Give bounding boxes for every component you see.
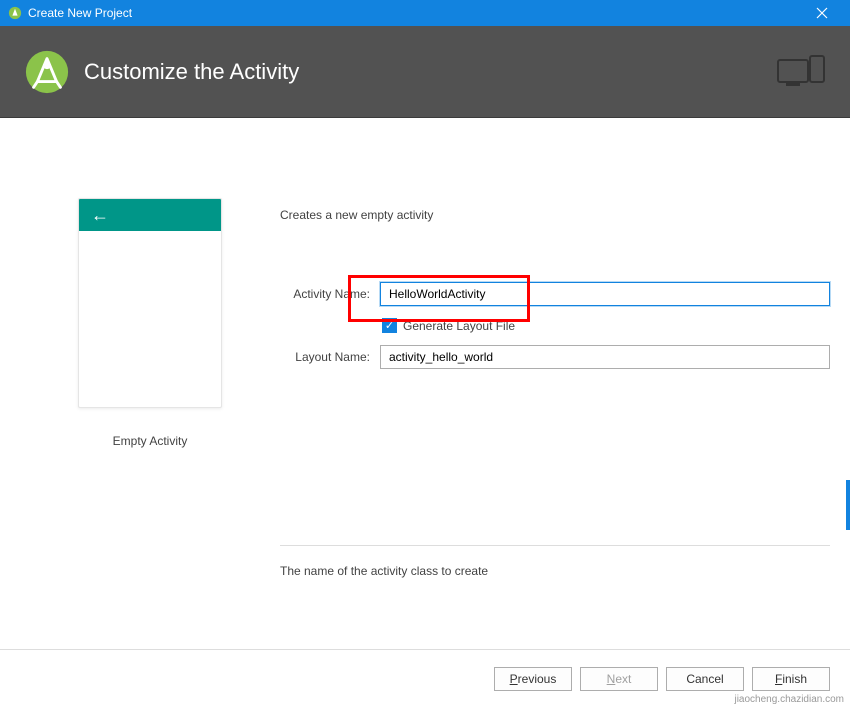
- generate-layout-row: ✓ Generate Layout File: [280, 318, 830, 333]
- activity-name-row: Activity Name:: [280, 282, 830, 306]
- help-text: The name of the activity class to create: [280, 564, 830, 578]
- android-studio-logo: [24, 49, 70, 95]
- back-arrow-icon: ←: [91, 205, 109, 226]
- watermark: jiaocheng.chazidian.com: [734, 694, 844, 705]
- form-description: Creates a new empty activity: [280, 208, 830, 222]
- cancel-button[interactable]: Cancel: [666, 667, 744, 691]
- preview-appbar: ←: [79, 199, 221, 231]
- activity-preview: ←: [78, 198, 222, 408]
- wizard-header: Customize the Activity: [0, 26, 850, 118]
- titlebar: Create New Project: [0, 0, 850, 26]
- layout-name-label: Layout Name:: [280, 350, 380, 364]
- side-artifact: [846, 480, 850, 530]
- close-button[interactable]: [802, 0, 842, 26]
- activity-name-label: Activity Name:: [280, 287, 380, 301]
- next-button: Next: [580, 667, 658, 691]
- window-title: Create New Project: [28, 6, 802, 20]
- finish-button[interactable]: Finish: [752, 667, 830, 691]
- generate-layout-checkbox[interactable]: ✓: [382, 318, 397, 333]
- layout-name-row: Layout Name:: [280, 345, 830, 369]
- app-icon: [8, 6, 22, 20]
- separator: [280, 545, 830, 546]
- wizard-footer: Previous Next Cancel Finish: [0, 649, 850, 707]
- generate-layout-label[interactable]: Generate Layout File: [403, 319, 515, 333]
- device-icon: [776, 54, 826, 90]
- preview-label: Empty Activity: [113, 434, 188, 448]
- layout-name-input[interactable]: [380, 345, 830, 369]
- activity-name-input[interactable]: [380, 282, 830, 306]
- previous-button[interactable]: Previous: [494, 667, 572, 691]
- preview-panel: ← Empty Activity: [0, 118, 280, 649]
- help-area: The name of the activity class to create: [280, 545, 830, 598]
- page-title: Customize the Activity: [84, 59, 776, 85]
